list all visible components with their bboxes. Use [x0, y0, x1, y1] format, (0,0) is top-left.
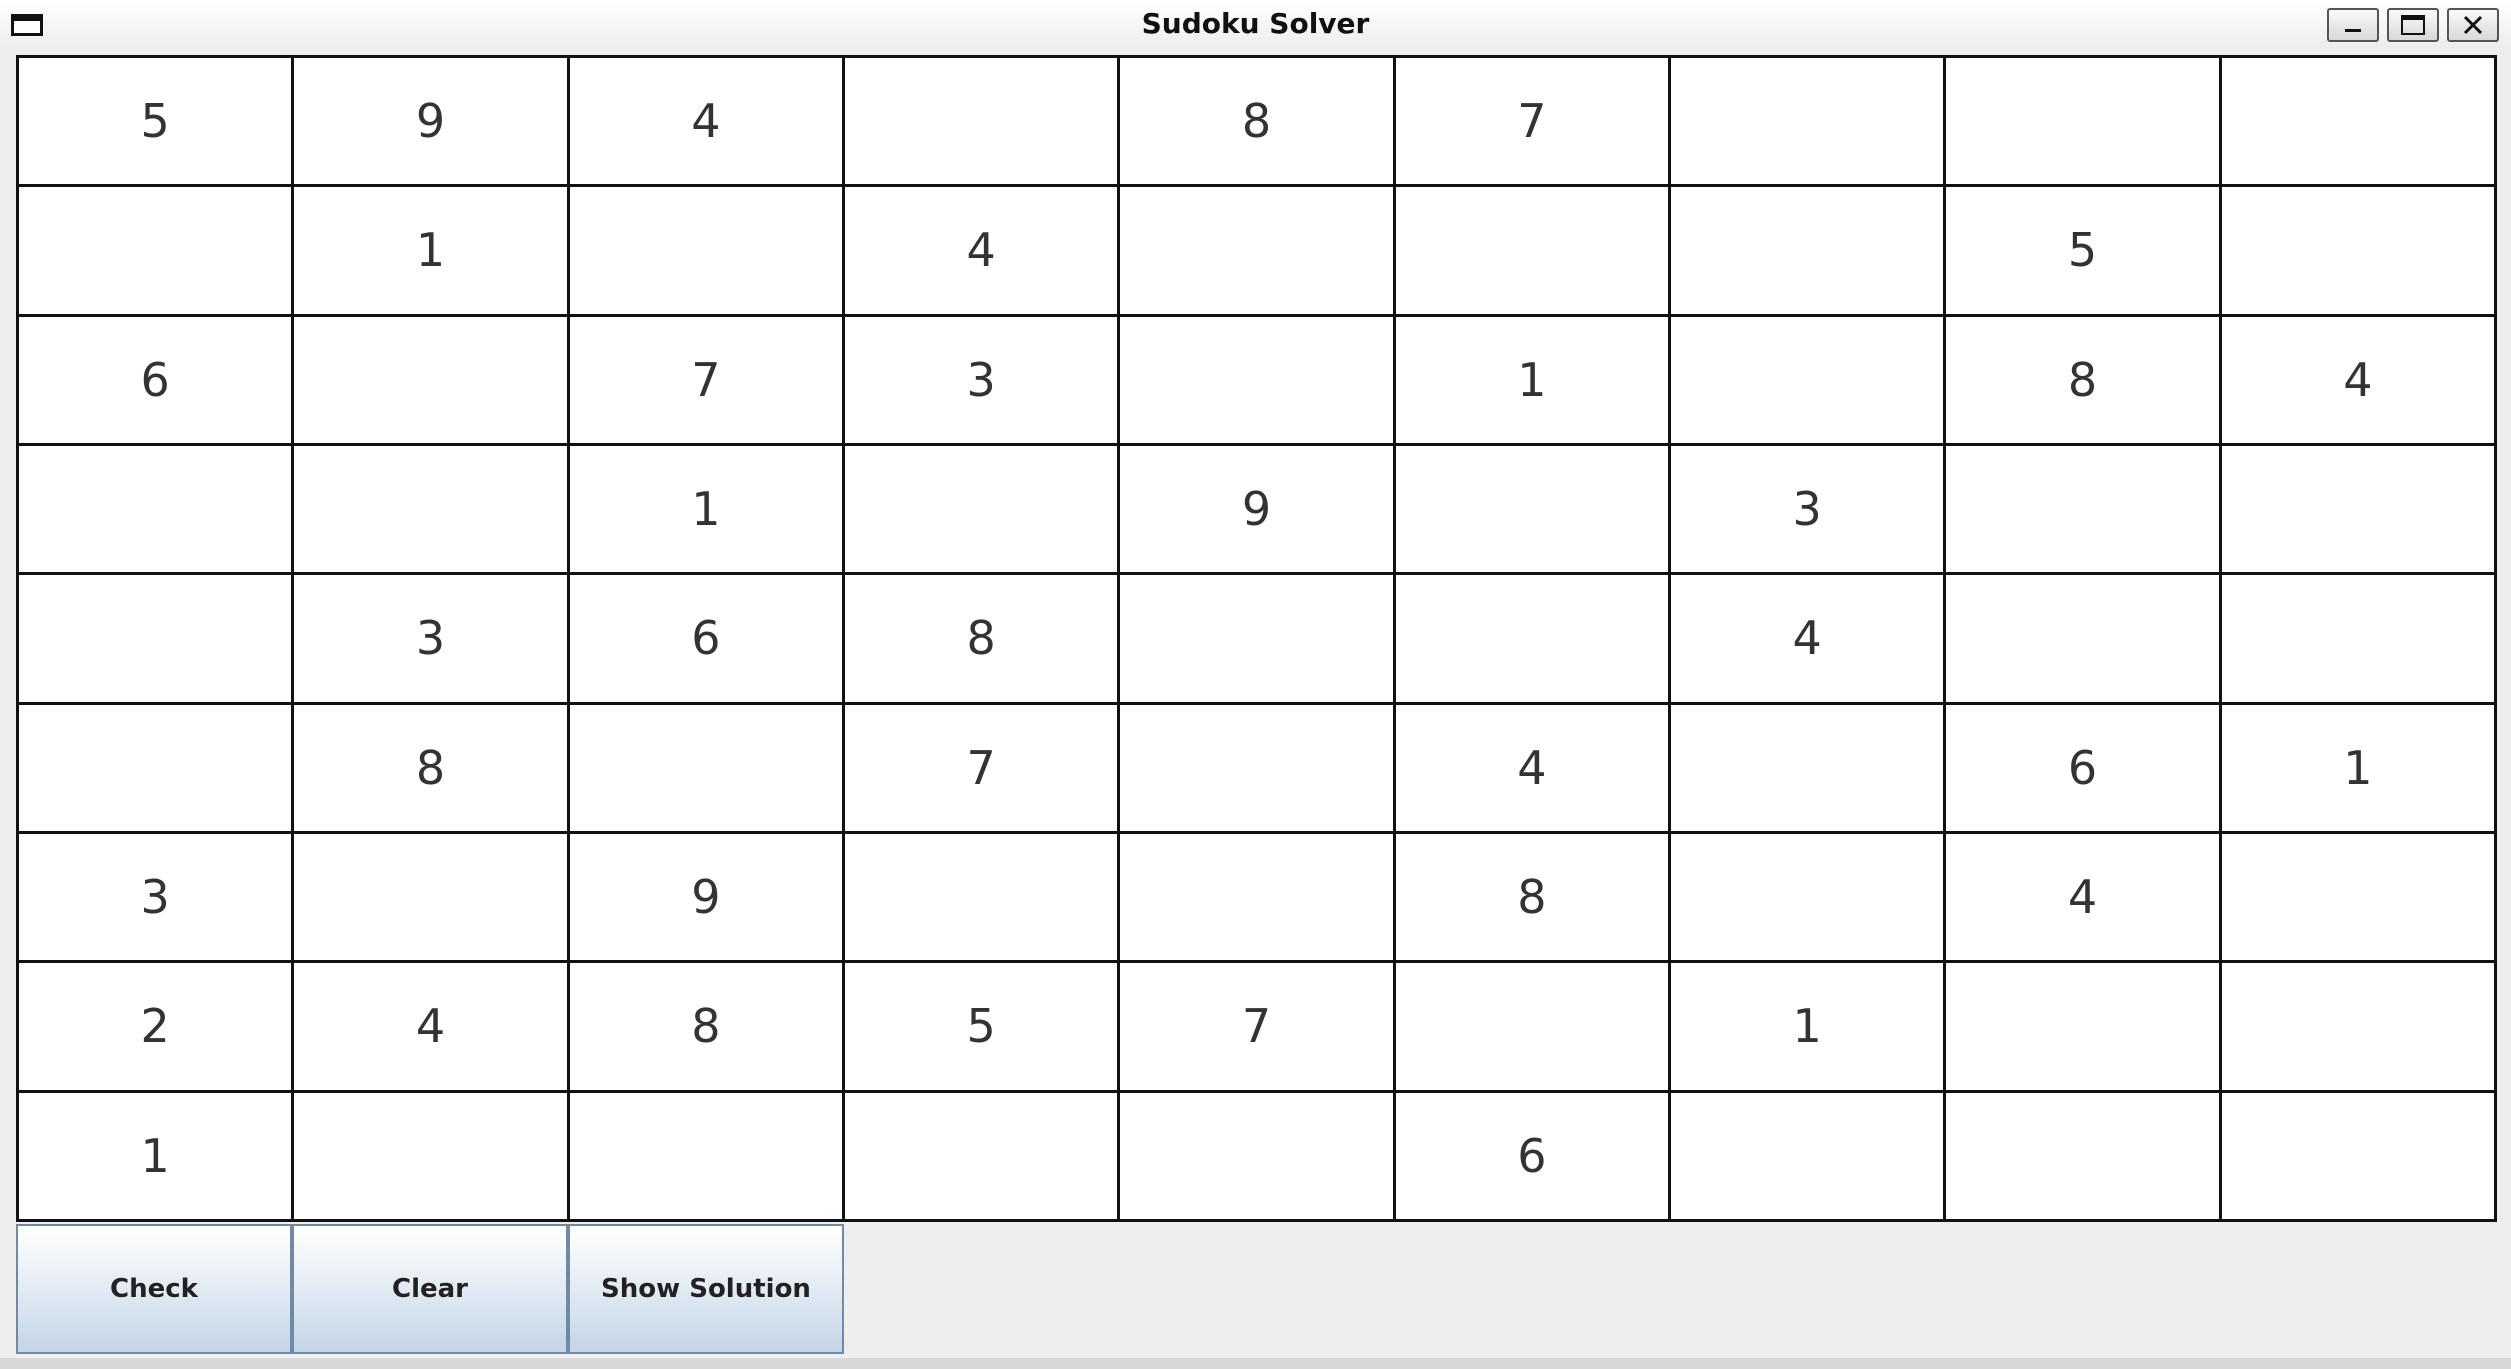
sudoku-cell[interactable]: 9 — [569, 833, 845, 964]
sudoku-cell[interactable] — [19, 575, 295, 705]
sudoku-cell[interactable] — [2221, 963, 2497, 1093]
sudoku-cell[interactable] — [569, 704, 845, 834]
sudoku-cell[interactable]: 4 — [1671, 575, 1947, 705]
sudoku-cell[interactable]: 8 — [1946, 316, 2222, 446]
sudoku-cell[interactable] — [1671, 187, 1947, 317]
close-icon — [2463, 15, 2483, 35]
sudoku-cell[interactable] — [1120, 1092, 1396, 1222]
check-button[interactable]: Check — [16, 1224, 292, 1354]
sudoku-cell[interactable]: 7 — [569, 316, 845, 446]
sudoku-cell[interactable] — [2221, 445, 2497, 576]
show-solution-button[interactable]: Show Solution — [568, 1224, 844, 1354]
sudoku-cell[interactable] — [1671, 704, 1947, 834]
sudoku-cell[interactable]: 2 — [19, 963, 295, 1093]
sudoku-cell[interactable]: 9 — [294, 58, 570, 188]
sudoku-cell[interactable]: 4 — [1395, 704, 1671, 834]
sudoku-cell[interactable]: 8 — [1395, 833, 1671, 964]
sudoku-cell[interactable] — [1120, 316, 1396, 446]
sudoku-cell[interactable]: 5 — [1946, 187, 2222, 317]
clear-button[interactable]: Clear — [292, 1224, 568, 1354]
sudoku-cell[interactable]: 4 — [2221, 316, 2497, 446]
sudoku-cell[interactable]: 4 — [845, 187, 1121, 317]
sudoku-cell[interactable] — [1671, 316, 1947, 446]
sudoku-cell[interactable] — [569, 1092, 845, 1222]
sudoku-cell[interactable] — [294, 833, 570, 964]
sudoku-cell[interactable] — [845, 833, 1121, 964]
sudoku-cell[interactable]: 1 — [2221, 704, 2497, 834]
sudoku-cell[interactable] — [845, 445, 1121, 576]
sudoku-cell[interactable]: 1 — [294, 187, 570, 317]
sudoku-cell[interactable]: 5 — [845, 963, 1121, 1093]
sudoku-cell[interactable]: 4 — [294, 963, 570, 1093]
sudoku-cell[interactable] — [1671, 833, 1947, 964]
sudoku-cell[interactable] — [1946, 58, 2222, 188]
sudoku-grid: 59487145673184193368487461398424857116 — [16, 55, 2497, 1222]
sudoku-cell[interactable] — [1671, 1092, 1947, 1222]
sudoku-cell[interactable] — [1395, 963, 1671, 1093]
sudoku-cell[interactable] — [1395, 445, 1671, 576]
sudoku-cell[interactable]: 6 — [19, 316, 295, 446]
maximize-button[interactable] — [2387, 8, 2439, 42]
sudoku-cell[interactable]: 8 — [294, 704, 570, 834]
sudoku-cell[interactable] — [2221, 1092, 2497, 1222]
sudoku-cell[interactable]: 6 — [1946, 704, 2222, 834]
sudoku-cell[interactable]: 7 — [845, 704, 1121, 834]
sudoku-cell[interactable] — [1120, 833, 1396, 964]
sudoku-cell[interactable]: 3 — [19, 833, 295, 964]
sudoku-cell[interactable] — [845, 1092, 1121, 1222]
sudoku-cell[interactable] — [845, 58, 1121, 188]
sudoku-cell[interactable] — [1946, 1092, 2222, 1222]
sudoku-cell[interactable]: 5 — [19, 58, 295, 188]
sudoku-cell[interactable]: 3 — [294, 575, 570, 705]
sudoku-cell[interactable] — [1946, 963, 2222, 1093]
sudoku-cell[interactable]: 4 — [1946, 833, 2222, 964]
sudoku-cell[interactable]: 3 — [1671, 445, 1947, 576]
sudoku-cell[interactable] — [1395, 575, 1671, 705]
sudoku-cell[interactable] — [1120, 575, 1396, 705]
sudoku-cell[interactable] — [569, 187, 845, 317]
sudoku-cell[interactable] — [1946, 575, 2222, 705]
sudoku-cell[interactable]: 1 — [19, 1092, 295, 1222]
sudoku-cell[interactable]: 4 — [569, 58, 845, 188]
sudoku-cell[interactable] — [294, 1092, 570, 1222]
sudoku-cell[interactable]: 6 — [569, 575, 845, 705]
sudoku-cell[interactable]: 1 — [1671, 963, 1947, 1093]
sudoku-cell[interactable] — [19, 704, 295, 834]
button-bar: Check Clear Show Solution — [16, 1224, 844, 1354]
title-bar[interactable]: Sudoku Solver — [0, 0, 2511, 48]
sudoku-cell[interactable] — [1395, 187, 1671, 317]
maximize-icon — [2401, 15, 2425, 35]
minimize-button[interactable] — [2327, 8, 2379, 42]
sudoku-cell[interactable] — [1671, 58, 1947, 188]
sudoku-cell[interactable]: 3 — [845, 316, 1121, 446]
sudoku-cell[interactable] — [19, 445, 295, 576]
sudoku-cell[interactable] — [2221, 187, 2497, 317]
sudoku-cell[interactable] — [2221, 575, 2497, 705]
app-window: Sudoku Solver 59487145673184193368487461… — [0, 0, 2511, 1369]
window-title: Sudoku Solver — [1141, 7, 1370, 40]
window-bottom-edge — [0, 1358, 2511, 1369]
close-button[interactable] — [2447, 8, 2499, 42]
sudoku-cell[interactable]: 6 — [1395, 1092, 1671, 1222]
sudoku-cell[interactable] — [1946, 445, 2222, 576]
sudoku-cell[interactable]: 1 — [1395, 316, 1671, 446]
sudoku-cell[interactable] — [19, 187, 295, 317]
sudoku-cell[interactable] — [2221, 58, 2497, 188]
sudoku-cell[interactable]: 1 — [569, 445, 845, 576]
sudoku-cell[interactable] — [2221, 833, 2497, 964]
sudoku-cell[interactable]: 7 — [1395, 58, 1671, 188]
sudoku-cell[interactable] — [294, 316, 570, 446]
sudoku-cell[interactable]: 8 — [845, 575, 1121, 705]
sudoku-cell[interactable] — [1120, 187, 1396, 317]
sudoku-cell[interactable]: 7 — [1120, 963, 1396, 1093]
sudoku-cell[interactable] — [1120, 704, 1396, 834]
sudoku-cell[interactable]: 8 — [569, 963, 845, 1093]
sudoku-cell[interactable] — [294, 445, 570, 576]
sudoku-cell[interactable]: 9 — [1120, 445, 1396, 576]
minimize-icon — [2345, 29, 2361, 32]
sudoku-cell[interactable]: 8 — [1120, 58, 1396, 188]
